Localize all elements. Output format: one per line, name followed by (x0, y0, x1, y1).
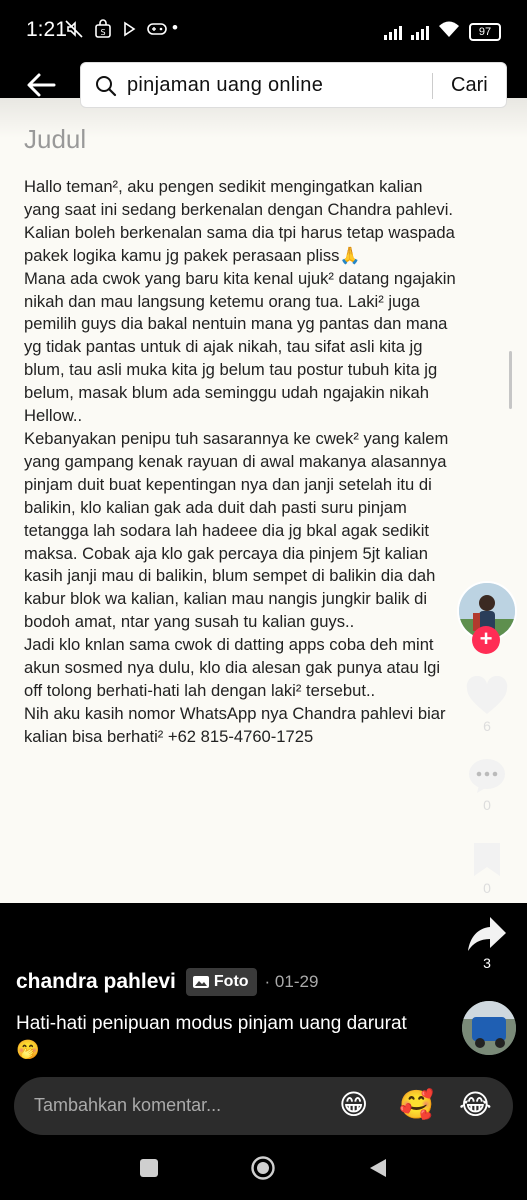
note-body: Hallo teman², aku pengen sedikit menging… (24, 177, 456, 746)
search-bar[interactable]: pinjaman uang online Cari (80, 62, 507, 108)
heart-icon (460, 676, 514, 716)
nav-back-icon[interactable] (368, 1157, 388, 1179)
post-date: · 01-29 (264, 972, 319, 991)
gamepad-icon (146, 21, 168, 42)
back-arrow-icon[interactable] (24, 68, 58, 102)
system-status: 97 (384, 20, 501, 43)
post-caption: Hati-hati penipuan modus pinjam uang dar… (16, 1013, 407, 1061)
love-emoji-button[interactable]: 🥰 (399, 1088, 434, 1122)
post-type-chip: Foto (185, 968, 257, 996)
comment-input[interactable]: Tambahkan komentar... (34, 1095, 221, 1116)
favorite-button[interactable]: 0 (460, 840, 514, 896)
status-time: 1:21 (26, 18, 67, 41)
post-meta: chandra pahlevi Foto · 01-29 (16, 968, 318, 996)
mute-icon (64, 19, 84, 44)
like-count: 6 (483, 718, 491, 734)
post-type-label: Foto (213, 973, 249, 990)
search-header: pinjaman uang online Cari (0, 62, 527, 110)
share-arrow-icon (460, 915, 514, 953)
wifi-icon (438, 20, 460, 43)
search-button[interactable]: Cari (451, 74, 488, 97)
search-divider (432, 73, 433, 99)
system-nav-bar (0, 1140, 527, 1200)
note-title: Judul (24, 124, 87, 154)
comment-count: 0 (483, 797, 491, 813)
favorite-count: 0 (483, 880, 491, 896)
grin-emoji-button[interactable]: 😁 (339, 1088, 368, 1122)
svg-text:S: S (100, 28, 105, 37)
laugh-emoji-button[interactable]: 😂 (459, 1088, 492, 1122)
battery-icon: 97 (469, 22, 501, 41)
more-notifications-icon: • (172, 18, 179, 37)
note-scrollbar[interactable] (509, 351, 512, 409)
play-icon (122, 21, 136, 42)
photo-icon (192, 974, 210, 990)
share-button[interactable]: 3 (460, 915, 514, 971)
comment-bubble-icon (460, 757, 514, 795)
home-icon[interactable] (250, 1155, 276, 1181)
sound-avatar[interactable] (462, 1001, 516, 1055)
recents-icon[interactable] (140, 1159, 158, 1177)
signal-icon (384, 24, 402, 40)
notification-icons: S (64, 19, 168, 44)
bookmark-icon (460, 840, 514, 878)
share-count: 3 (483, 955, 491, 971)
signal-icon-2 (411, 24, 429, 40)
follow-plus-icon[interactable]: + (472, 626, 500, 654)
store-icon: S (94, 19, 112, 44)
comment-button[interactable]: 0 (460, 757, 514, 813)
search-input[interactable]: pinjaman uang online (127, 74, 323, 97)
search-icon (95, 75, 117, 97)
status-bar: 1:21 S • 97 (0, 0, 527, 62)
comment-bar[interactable]: Tambahkan komentar... 😁 🥰 😂 (14, 1077, 513, 1135)
note-card[interactable]: Judul Hallo teman², aku pengen sedikit m… (0, 98, 527, 903)
like-button[interactable]: 6 (460, 676, 514, 734)
author-name[interactable]: chandra pahlevi (16, 970, 176, 994)
